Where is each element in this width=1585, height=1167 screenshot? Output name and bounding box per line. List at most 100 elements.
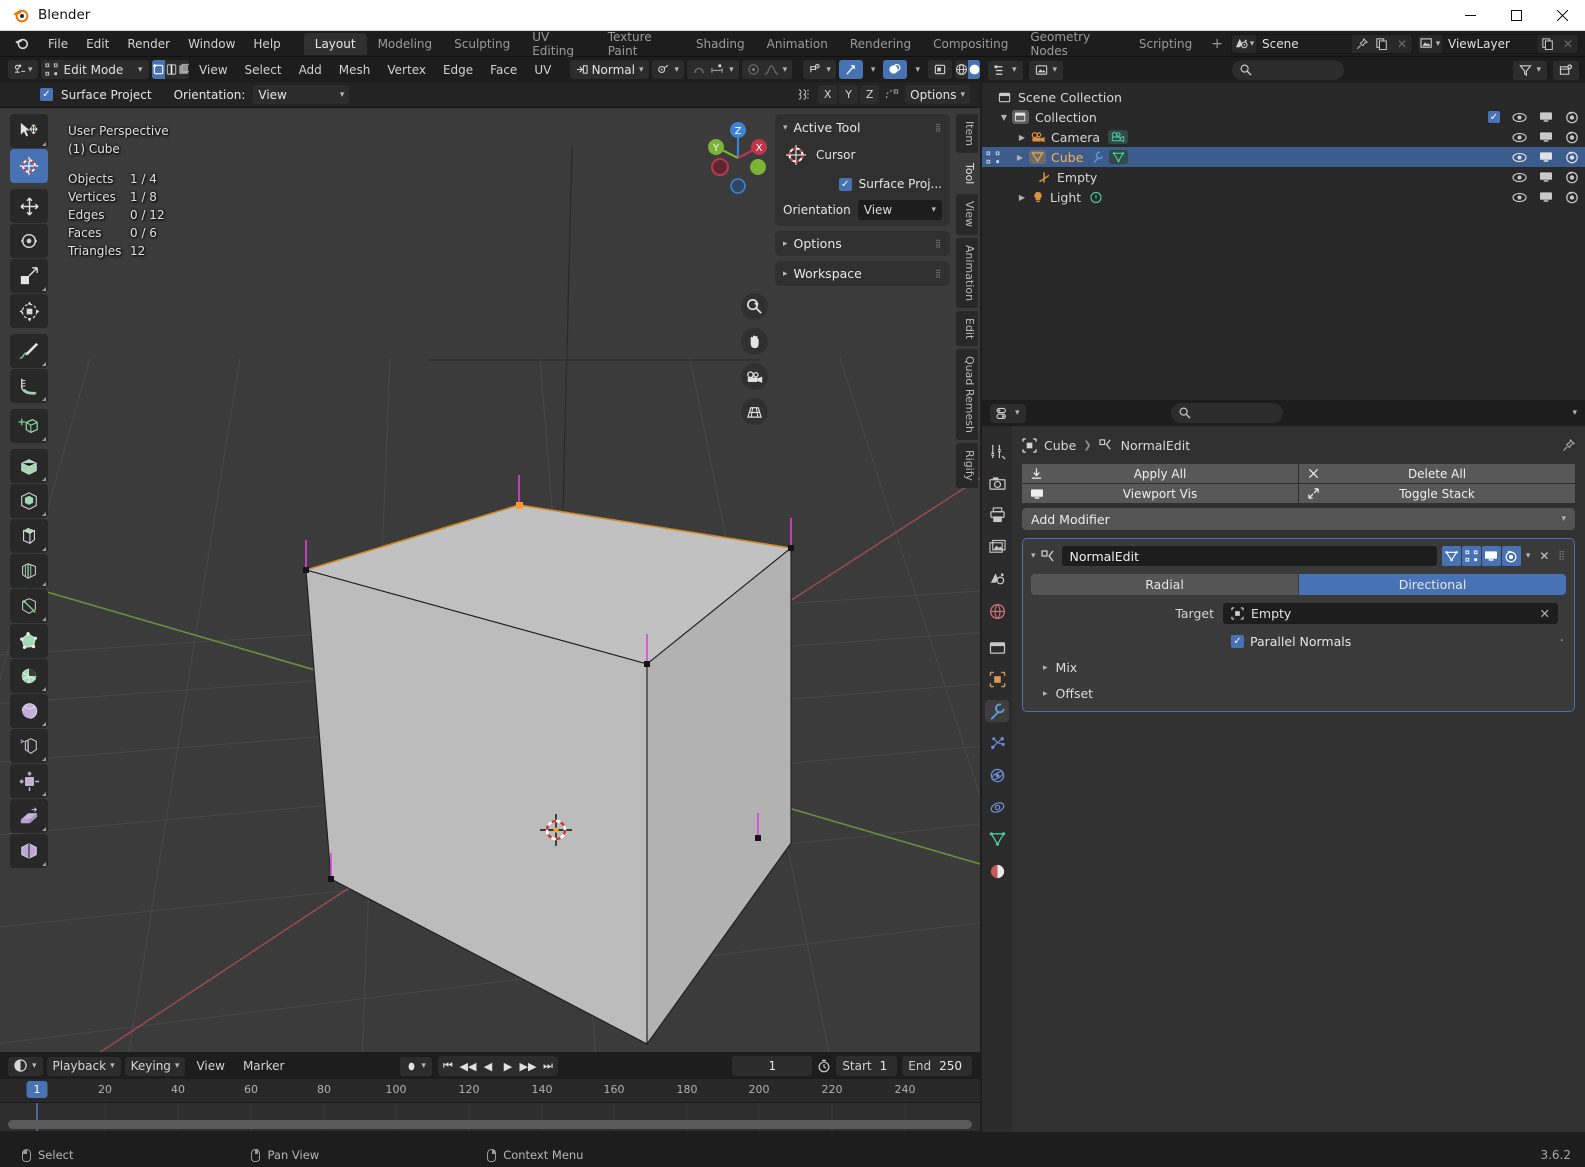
breadcrumb-object[interactable]: Cube [1044, 438, 1076, 453]
mix-section-header[interactable]: ▸ Mix [1043, 660, 1566, 675]
camera-data-icon[interactable] [1108, 130, 1129, 144]
viewlayer-tab[interactable] [985, 536, 1009, 558]
tab-rendering[interactable]: Rendering [839, 33, 922, 55]
tab-animation[interactable]: Animation [756, 33, 839, 55]
shrink-fatten-tool-button[interactable] [10, 764, 48, 798]
sidebar-tab-animation[interactable]: Animation [956, 237, 978, 308]
remove-viewlayer-icon[interactable]: ✕ [1558, 35, 1578, 53]
expand-arrow-icon[interactable]: ▶ [1016, 193, 1028, 202]
scene-name-field[interactable]: Scene [1256, 34, 1352, 53]
pin-scene-icon[interactable] [1352, 35, 1372, 53]
gizmo-dropdown[interactable]: ▾ [866, 60, 881, 79]
disable-in-render-icon[interactable] [1565, 111, 1579, 124]
axis-x-toggle[interactable]: X [818, 85, 838, 104]
expand-arrow-icon[interactable]: ▶ [1014, 153, 1026, 162]
disable-in-viewport-icon[interactable] [1539, 171, 1553, 183]
tab-layout[interactable]: Layout [303, 32, 367, 55]
snap-proportional-icon[interactable] [796, 87, 813, 102]
sidebar-tab-rigify[interactable]: Rigify [956, 442, 978, 488]
current-frame-field[interactable]: 1 [732, 1056, 813, 1076]
jump-to-start-button[interactable]: ⏮ [438, 1059, 458, 1073]
mode-radial-button[interactable]: Radial [1031, 574, 1298, 595]
measure-tool-button[interactable] [10, 369, 48, 403]
snap-target-selector[interactable]: ▾ [651, 60, 685, 79]
apply-all-button[interactable]: Apply All [1022, 464, 1298, 483]
tweak-tool-button[interactable] [10, 114, 48, 148]
disable-in-viewport-icon[interactable] [1539, 151, 1553, 163]
world-tab[interactable] [985, 600, 1009, 622]
tool-tab[interactable] [985, 440, 1009, 462]
wireframe-shading-icon[interactable] [955, 60, 968, 79]
chevron-down-icon[interactable]: ▾ [1031, 551, 1036, 561]
3d-viewport[interactable]: User Perspective (1) Cube Objects 1 / 4 V… [0, 108, 980, 1052]
loop-cut-tool-button[interactable] [10, 554, 48, 588]
edit-mode-display-icon[interactable] [1461, 546, 1481, 566]
realtime-display-icon[interactable] [1481, 546, 1501, 566]
animate-property-dot[interactable]: · [1560, 633, 1566, 649]
disable-in-render-icon[interactable] [1565, 191, 1579, 204]
inset-faces-tool-button[interactable] [10, 484, 48, 518]
viewport-menu-vertex[interactable]: Vertex [380, 61, 433, 79]
viewport-menu-add[interactable]: Add [292, 61, 329, 79]
prev-keyframe-button[interactable]: ◀◀ [458, 1060, 478, 1073]
particles-tab[interactable] [985, 732, 1009, 754]
close-button[interactable] [1539, 0, 1585, 31]
maximize-button[interactable] [1493, 0, 1539, 31]
view-axis-gizmo[interactable]: Z Y X [696, 116, 780, 200]
output-tab[interactable] [985, 504, 1009, 526]
edge-select-mode-icon[interactable] [165, 60, 178, 79]
xray-toggle-button[interactable] [927, 60, 952, 79]
new-scene-icon[interactable] [1372, 35, 1392, 53]
npanel-surface-project-checkbox[interactable]: ✓ [838, 177, 852, 191]
viewport-menu-edge[interactable]: Edge [436, 61, 480, 79]
viewport-menu-face[interactable]: Face [483, 61, 524, 79]
shear-tool-button[interactable] [10, 799, 48, 833]
tab-sculpting[interactable]: Sculpting [443, 33, 521, 55]
modifier-icon[interactable] [1091, 151, 1105, 164]
data-tab[interactable] [985, 828, 1009, 850]
clear-target-icon[interactable]: ✕ [1540, 606, 1550, 621]
menu-help[interactable]: Help [244, 34, 289, 54]
outliner-filter-button[interactable]: ▾ [1513, 60, 1547, 80]
hide-in-viewport-icon[interactable] [1512, 152, 1527, 163]
tab-scripting[interactable]: Scripting [1128, 33, 1203, 55]
viewport-menu-mesh[interactable]: Mesh [332, 61, 378, 79]
disable-in-viewport-icon[interactable] [1539, 131, 1553, 143]
timeline-ruler[interactable]: 1 20 40 60 80 100 120 140 160 180 200 22… [0, 1079, 980, 1103]
sidebar-tab-edit[interactable]: Edit [956, 310, 978, 346]
play-button[interactable]: ▶ [498, 1060, 518, 1073]
cursor-tool-button[interactable] [10, 149, 48, 183]
move-tool-button[interactable] [10, 189, 48, 223]
jump-to-end-button[interactable]: ⏭ [538, 1059, 558, 1073]
hide-in-viewport-icon[interactable] [1512, 132, 1527, 143]
disable-in-render-icon[interactable] [1565, 131, 1579, 144]
mesh-data-icon[interactable] [1109, 150, 1129, 164]
viewport-menu-view[interactable]: View [192, 61, 234, 79]
remove-modifier-icon[interactable]: ✕ [1535, 549, 1553, 563]
overlays-dropdown[interactable]: ▾ [910, 60, 925, 79]
constraints-tab[interactable] [985, 796, 1009, 818]
drag-handle[interactable]: ⣿ [935, 269, 942, 278]
keying-menu[interactable]: Keying ▾ [124, 1056, 186, 1076]
playhead-frame-label[interactable]: 1 [26, 1081, 48, 1098]
viewport-menu-uv[interactable]: UV [527, 61, 558, 79]
add-workspace-button[interactable]: + [1203, 34, 1231, 54]
viewlayer-id-block[interactable]: ▾ ViewLayer ✕ [1417, 33, 1579, 54]
viewlayer-name-field[interactable]: ViewLayer [1442, 34, 1538, 53]
options-panel[interactable]: ▸ Options ⣿ [775, 231, 950, 256]
outliner-search-input[interactable] [1232, 60, 1345, 80]
camera-icon[interactable] [741, 363, 768, 390]
properties-search-input[interactable] [1170, 403, 1283, 423]
sidebar-tab-item[interactable]: Item [956, 114, 978, 154]
mode-selector[interactable]: Edit Mode ▾ [40, 60, 149, 79]
options-menu[interactable]: Options ▾ [905, 85, 970, 104]
disable-in-render-icon[interactable] [1565, 151, 1579, 164]
outliner-display-mode-button[interactable]: ▾ [1028, 60, 1064, 80]
show-gizmo-button[interactable] [838, 60, 863, 79]
delete-all-button[interactable]: Delete All [1299, 464, 1575, 483]
keyframe-type-selector[interactable]: ▾ [400, 1056, 432, 1076]
knife-tool-button[interactable] [10, 589, 48, 623]
timeline-horizontal-scrollbar[interactable] [8, 1120, 972, 1129]
poly-build-tool-button[interactable] [10, 624, 48, 658]
blender-menu-icon[interactable] [14, 36, 29, 51]
